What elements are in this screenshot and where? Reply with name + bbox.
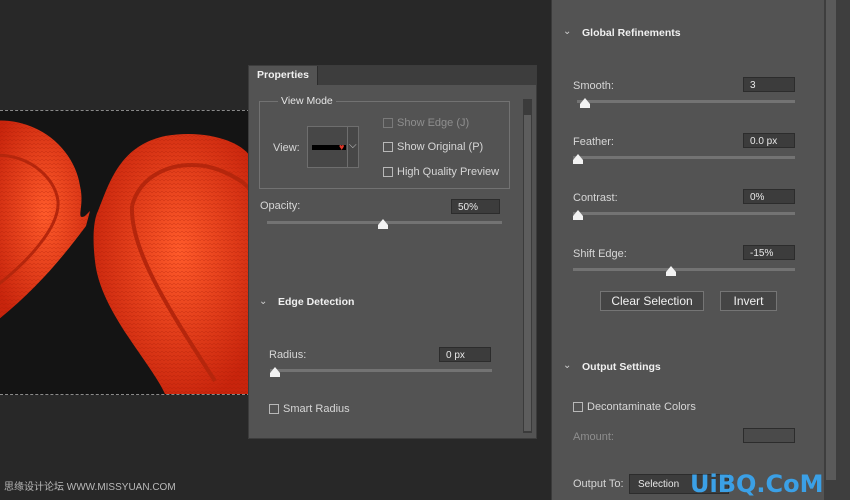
contrast-input[interactable]: 0%	[743, 189, 795, 204]
clear-selection-button[interactable]: Clear Selection	[600, 291, 704, 311]
panel-tabbar: Properties	[249, 66, 536, 85]
shift-edge-slider-track[interactable]	[573, 268, 795, 271]
decontaminate-colors-label: Decontaminate Colors	[587, 401, 696, 413]
smooth-slider-track[interactable]	[577, 100, 795, 103]
feather-label: Feather:	[573, 136, 614, 148]
opacity-input[interactable]: 50%	[451, 199, 500, 214]
radius-slider-track[interactable]	[270, 369, 492, 372]
watermark-left: 思缘设计论坛 WWW.MISSYUAN.COM	[4, 482, 176, 493]
amount-input	[743, 428, 795, 443]
feather-input[interactable]: 0.0 px	[743, 133, 795, 148]
properties-scrollbar-thumb[interactable]	[524, 115, 531, 431]
feather-slider-track[interactable]	[573, 156, 795, 159]
high-quality-preview-label: High Quality Preview	[397, 166, 500, 178]
smart-radius-label: Smart Radius	[283, 403, 350, 415]
properties-panel: Properties View Mode View: ♥ ⌵ Show Edge…	[248, 65, 537, 439]
radius-label: Radius:	[269, 349, 307, 361]
properties-scrollbar[interactable]	[523, 99, 532, 433]
show-edge-checkbox[interactable]	[383, 118, 393, 128]
tab-properties[interactable]: Properties	[249, 66, 318, 85]
global-refinements-title: Global Refinements	[582, 27, 681, 39]
smart-radius-checkbox[interactable]	[269, 404, 279, 414]
opacity-slider-thumb[interactable]	[378, 219, 388, 229]
invert-button[interactable]: Invert	[720, 291, 777, 311]
right-panel-scrollbar[interactable]	[824, 0, 850, 500]
view-mode-dropdown[interactable]: ♥ ⌵	[307, 126, 359, 168]
shift-edge-input[interactable]: -15%	[743, 245, 795, 260]
opacity-label: Opacity:	[260, 200, 301, 212]
contrast-slider-thumb[interactable]	[573, 210, 583, 220]
dropdown-divider	[347, 127, 348, 167]
high-quality-preview-checkbox[interactable]	[383, 167, 393, 177]
global-refinements-collapse-icon[interactable]: ⌄	[563, 26, 571, 37]
decontaminate-colors-checkbox[interactable]	[573, 402, 583, 412]
contrast-label: Contrast:	[573, 192, 618, 204]
edge-detection-collapse-icon[interactable]: ⌄	[259, 296, 267, 307]
show-original-checkbox[interactable]	[383, 142, 393, 152]
contrast-slider-track[interactable]	[573, 212, 795, 215]
output-settings-title: Output Settings	[582, 361, 661, 373]
view-label: View:	[273, 142, 300, 154]
smooth-input[interactable]: 3	[743, 77, 795, 92]
show-edge-label: Show Edge (J)	[397, 117, 470, 129]
document-canvas[interactable]	[0, 110, 250, 395]
feather-slider-thumb[interactable]	[573, 154, 583, 164]
output-to-label: Output To:	[573, 478, 624, 490]
output-settings-collapse-icon[interactable]: ⌄	[563, 360, 571, 371]
smooth-slider-thumb[interactable]	[580, 98, 590, 108]
right-panel-scrollbar-thumb[interactable]	[826, 0, 836, 480]
view-mode-legend: View Mode	[278, 95, 336, 107]
shift-edge-label: Shift Edge:	[573, 248, 627, 260]
chevron-down-icon: ⌵	[349, 140, 357, 151]
watermark-right: UiBQ.CoM	[690, 470, 824, 498]
radius-slider-thumb[interactable]	[270, 367, 280, 377]
heart-image	[0, 111, 250, 394]
edge-detection-title: Edge Detection	[278, 296, 355, 308]
radius-input[interactable]: 0 px	[439, 347, 491, 362]
amount-label: Amount:	[573, 431, 614, 443]
show-original-label: Show Original (P)	[397, 141, 484, 153]
smooth-label: Smooth:	[573, 80, 614, 92]
shift-edge-slider-thumb[interactable]	[666, 266, 676, 276]
refine-edge-settings-panel: ⌄ Global Refinements Smooth: 3 Feather: …	[551, 0, 825, 500]
heart-icon: ♥	[339, 142, 345, 152]
